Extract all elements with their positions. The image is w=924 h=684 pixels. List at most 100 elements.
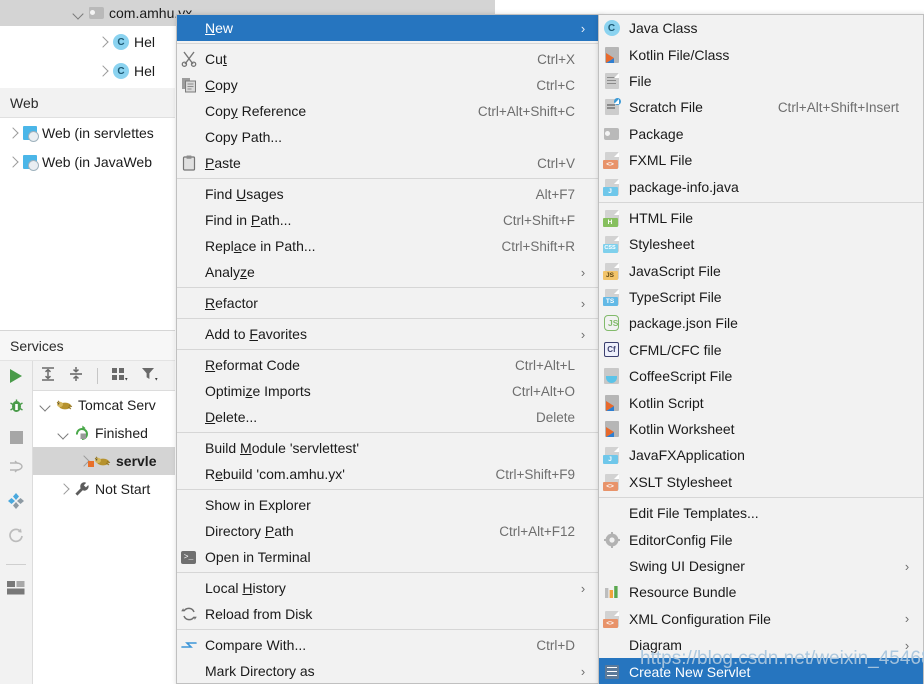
menu-item-show-in-explorer[interactable]: Show in Explorer <box>177 492 599 518</box>
services-tree-row[interactable]: Tomcat Serv <box>33 391 175 419</box>
compare-icon <box>180 637 197 653</box>
menu-item-editorconfig-file[interactable]: EditorConfig File <box>599 526 923 552</box>
rerun-failed-icon[interactable] <box>8 458 25 478</box>
chevron-right-icon[interactable] <box>6 155 20 169</box>
filter-diamond-icon[interactable] <box>7 492 25 513</box>
menu-item-rebuild-com-amhu-yx[interactable]: Rebuild 'com.amhu.yx' Ctrl+Shift+F9 <box>177 461 599 487</box>
menu-item-scratch-file[interactable]: Scratch File Ctrl+Alt+Shift+Insert <box>599 94 923 120</box>
menu-item-package-json-file[interactable]: JS package.json File <box>599 310 923 336</box>
menu-item-xslt-stylesheet[interactable]: <> XSLT Stylesheet <box>599 469 923 495</box>
ts-file-icon: TS <box>599 289 629 307</box>
java-file-icon: J <box>599 447 629 465</box>
chevron-down-icon[interactable] <box>57 426 71 440</box>
reload-icon <box>180 606 197 622</box>
services-tree-row[interactable]: Not Start <box>33 475 175 503</box>
menu-item-package[interactable]: Package <box>599 121 923 147</box>
menu-item-build-module-servlettest[interactable]: Build Module 'servlettest' <box>177 435 599 461</box>
web-panel-label: Web (in servlettes <box>42 124 154 141</box>
menu-item-kotlin-script[interactable]: Kotlin Script <box>599 389 923 415</box>
menu-item-label: Scratch File <box>629 99 703 116</box>
layout-icon[interactable] <box>7 581 25 598</box>
menu-item-open-in-terminal[interactable]: >_ Open in Terminal <box>177 544 599 570</box>
expand-all-icon[interactable] <box>39 365 57 386</box>
menu-item-file[interactable]: File <box>599 68 923 94</box>
menu-item-local-history[interactable]: Local History › <box>177 575 599 601</box>
menu-item-paste[interactable]: Paste Ctrl+V <box>177 150 599 176</box>
menu-item-find-usages[interactable]: Find Usages Alt+F7 <box>177 181 599 207</box>
menu-item-directory-path[interactable]: Directory Path Ctrl+Alt+F12 <box>177 518 599 544</box>
menu-item-shortcut: Ctrl+Shift+F9 <box>495 466 575 482</box>
menu-item-copy-reference[interactable]: Copy Reference Ctrl+Alt+Shift+C <box>177 98 599 124</box>
menu-item-add-to-favorites[interactable]: Add to Favorites › <box>177 321 599 347</box>
menu-item-diagram[interactable]: Diagram › <box>599 632 923 658</box>
filter-icon[interactable] <box>140 365 160 386</box>
collapse-all-icon[interactable] <box>67 365 85 386</box>
terminal-icon: >_ <box>177 550 205 564</box>
restart-icon[interactable] <box>7 527 25 548</box>
web-module-icon <box>23 125 39 142</box>
menu-item-analyze[interactable]: Analyze › <box>177 259 599 285</box>
menu-item-create-new-servlet[interactable]: Create New Servlet <box>599 658 923 684</box>
menu-item-label: Compare With... <box>205 637 307 653</box>
project-tree-label: Hel <box>134 63 156 79</box>
menu-item-edit-file-templates[interactable]: Edit File Templates... <box>599 500 923 526</box>
web-panel-row[interactable]: Web (in JavaWeb <box>0 147 175 176</box>
web-module-icon <box>23 154 39 171</box>
menu-item-coffeescript-file[interactable]: CoffeeScript File <box>599 363 923 389</box>
menu-item-typescript-file[interactable]: TS TypeScript File <box>599 284 923 310</box>
services-tree-row[interactable]: servle <box>33 447 175 475</box>
chevron-right-icon[interactable] <box>6 126 20 140</box>
menu-item-reload-from-disk[interactable]: Reload from Disk <box>177 601 599 627</box>
run-icon[interactable] <box>10 369 22 383</box>
menu-item-replace-in-path[interactable]: Replace in Path... Ctrl+Shift+R <box>177 233 599 259</box>
menu-item-copy[interactable]: Copy Ctrl+C <box>177 72 599 98</box>
menu-item-new[interactable]: New › <box>177 15 599 41</box>
menu-item-fxml-file[interactable]: <> FXML File <box>599 147 923 173</box>
menu-item-resource-bundle[interactable]: Resource Bundle <box>599 579 923 605</box>
java-file-icon: J <box>602 178 619 196</box>
menu-item-shortcut: Ctrl+Shift+F <box>502 212 575 228</box>
menu-item-shortcut: Ctrl+Alt+L <box>514 357 575 373</box>
services-tree-label: Tomcat Serv <box>78 397 156 413</box>
menu-item-compare-with[interactable]: Compare With... Ctrl+D <box>177 632 599 658</box>
group-by-icon[interactable] <box>110 365 130 386</box>
menu-item-shortcut: Ctrl+Alt+O <box>511 383 575 399</box>
menu-item-javascript-file[interactable]: JS JavaScript File <box>599 258 923 284</box>
web-panel-row[interactable]: Web (in servlettes <box>0 118 175 147</box>
menu-separator <box>177 287 599 288</box>
menu-item-cut[interactable]: Cut Ctrl+X <box>177 46 599 72</box>
chevron-right-icon[interactable] <box>57 482 71 496</box>
menu-item-refactor[interactable]: Refactor › <box>177 290 599 316</box>
chevron-right-icon: › <box>904 637 910 653</box>
stop-icon[interactable] <box>9 431 23 444</box>
menu-item-kotlin-file-class[interactable]: Kotlin File/Class <box>599 41 923 67</box>
chevron-right-icon[interactable] <box>96 64 110 78</box>
menu-item-swing-ui-designer[interactable]: Swing UI Designer › <box>599 553 923 579</box>
menu-item-mark-directory-as[interactable]: Mark Directory as › <box>177 658 599 684</box>
menu-item-cfml-cfc-file[interactable]: Cf CFML/CFC file <box>599 337 923 363</box>
menu-item-copy-path[interactable]: Copy Path... <box>177 124 599 150</box>
menu-item-stylesheet[interactable]: CSS Stylesheet <box>599 231 923 257</box>
menu-item-label: Optimize Imports <box>205 383 311 399</box>
rail-divider <box>6 564 26 565</box>
menu-item-optimize-imports[interactable]: Optimize Imports Ctrl+Alt+O <box>177 378 599 404</box>
copy-icon <box>177 77 205 93</box>
services-tree-row[interactable]: Finished <box>33 419 175 447</box>
chevron-down-icon[interactable] <box>39 398 53 412</box>
menu-item-label: Directory Path <box>205 523 294 539</box>
menu-item-package-info-java[interactable]: Jpackage-info.java <box>599 173 923 199</box>
menu-item-xml-configuration-file[interactable]: <> XML Configuration File › <box>599 606 923 632</box>
menu-item-javafxapplication[interactable]: J JavaFXApplication <box>599 442 923 468</box>
menu-item-java-class[interactable]: C Java Class <box>599 15 923 41</box>
menu-item-reformat-code[interactable]: Reformat Code Ctrl+Alt+L <box>177 352 599 378</box>
menu-item-kotlin-worksheet[interactable]: Kotlin Worksheet <box>599 416 923 442</box>
menu-item-label: Reformat Code <box>205 357 300 373</box>
new-submenu[interactable]: C Java Class Kotlin File/Class File Scratch … <box>598 14 924 684</box>
debug-icon[interactable] <box>8 397 25 417</box>
chevron-down-icon[interactable] <box>72 6 86 20</box>
menu-item-find-in-path[interactable]: Find in Path... Ctrl+Shift+F <box>177 207 599 233</box>
chevron-right-icon[interactable] <box>96 35 110 49</box>
menu-item-delete[interactable]: Delete... Delete <box>177 404 599 430</box>
menu-item-html-file[interactable]: H HTML File <box>599 205 923 231</box>
context-menu[interactable]: New › Cut Ctrl+X Copy Ctrl+C Copy Reference Ctr… <box>176 14 600 684</box>
